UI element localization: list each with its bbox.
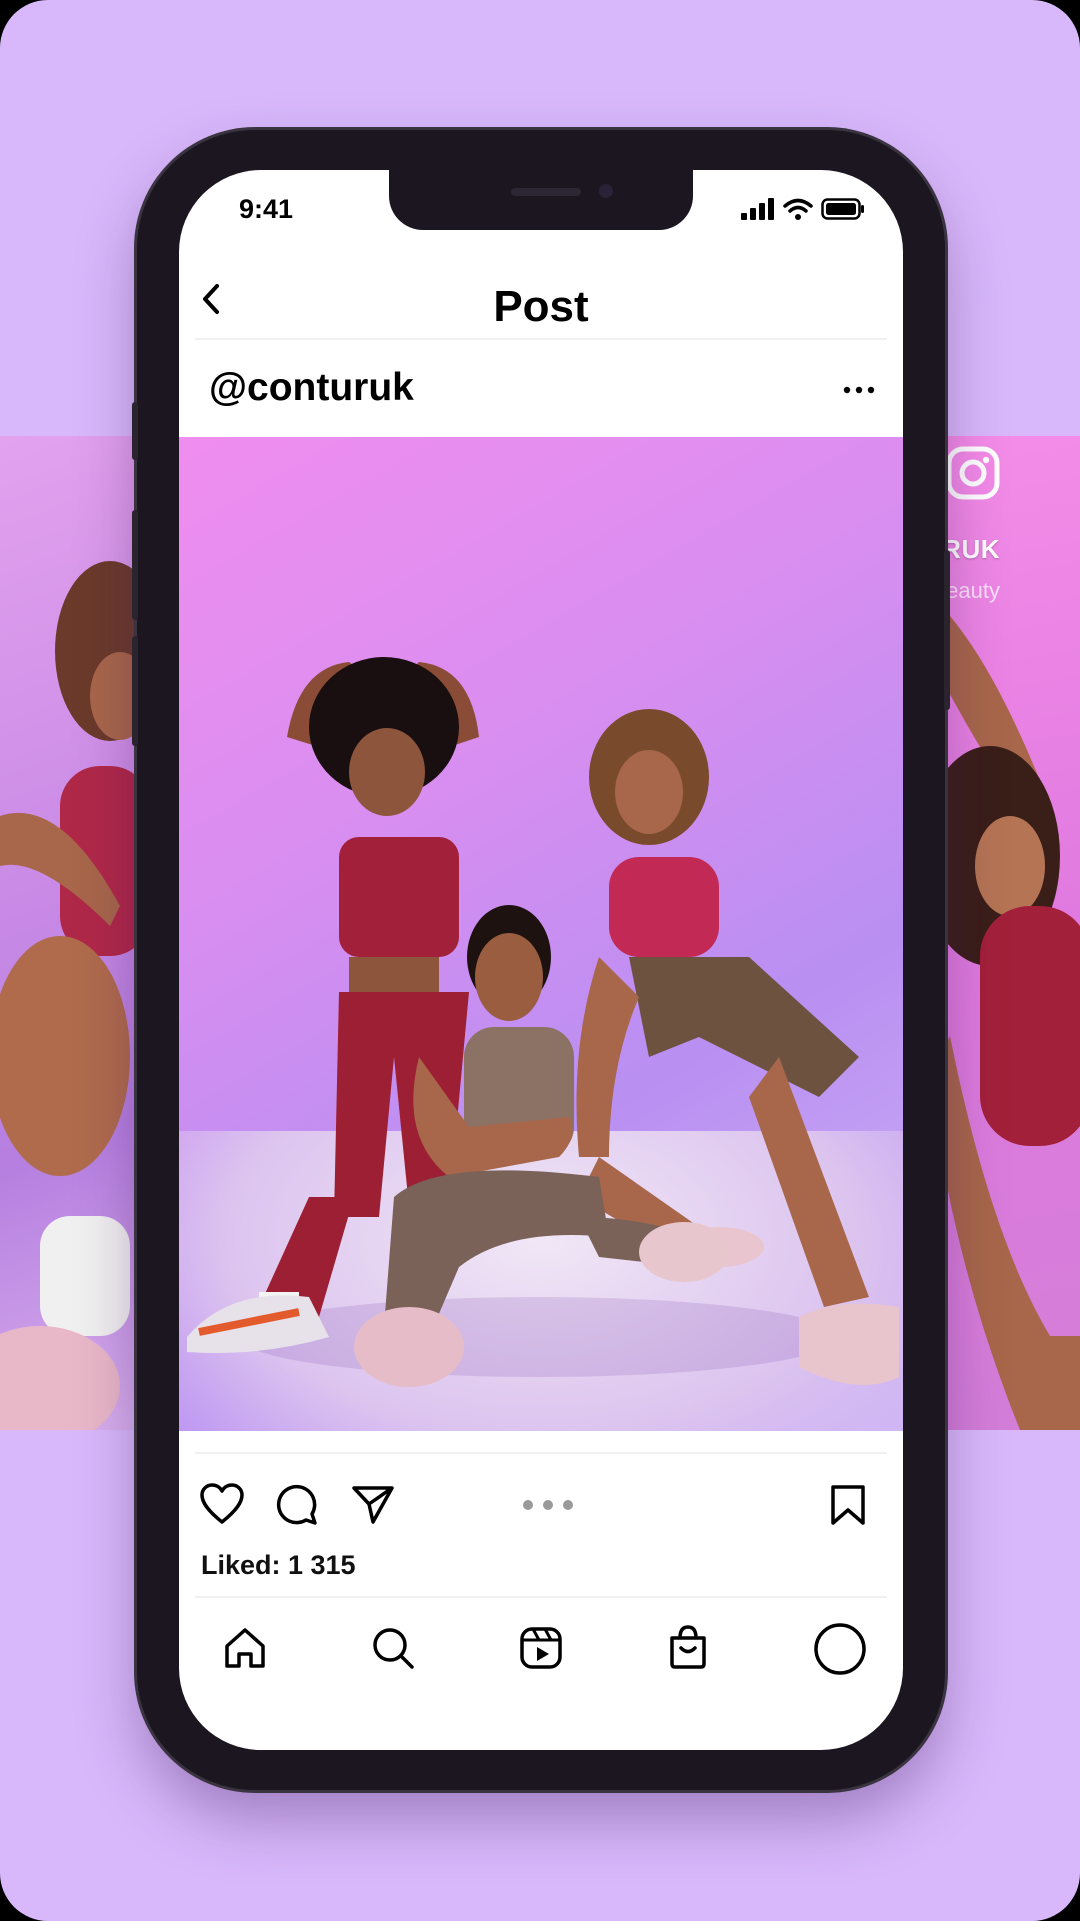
story-canvas: @CONTURUK ger Twins · Thing of Beauty 9:… bbox=[0, 0, 1080, 1921]
reels-icon[interactable] bbox=[519, 1626, 563, 1670]
post-image[interactable] bbox=[179, 437, 903, 1431]
send-icon[interactable] bbox=[351, 1482, 395, 1526]
photo-divider bbox=[195, 1452, 887, 1454]
status-time: 9:41 bbox=[239, 194, 294, 224]
carousel-dots bbox=[523, 1500, 573, 1510]
wifi-icon bbox=[783, 198, 813, 220]
search-icon[interactable] bbox=[371, 1626, 415, 1670]
volume-down-button bbox=[132, 636, 138, 746]
mute-switch bbox=[132, 402, 138, 460]
bookmark-icon[interactable] bbox=[830, 1484, 866, 1526]
phone-frame: 9:41 Post @conturuk Liked: 1 315 bbox=[132, 130, 950, 1790]
page-title: Post bbox=[493, 282, 589, 331]
profile-icon[interactable] bbox=[813, 1622, 867, 1676]
comment-icon[interactable] bbox=[274, 1482, 318, 1526]
speaker-grille bbox=[511, 188, 581, 196]
heart-icon[interactable] bbox=[199, 1482, 245, 1526]
phone-screen: 9:41 Post @conturuk Liked: 1 315 bbox=[179, 170, 903, 1750]
more-options-icon[interactable] bbox=[841, 382, 877, 398]
tabbar-divider bbox=[195, 1596, 887, 1598]
notch bbox=[389, 170, 693, 230]
bottom-tab-bar bbox=[179, 1610, 903, 1680]
carousel-prev-image[interactable] bbox=[0, 436, 150, 1430]
post-actions bbox=[179, 1480, 903, 1532]
power-button bbox=[944, 550, 950, 710]
battery-icon bbox=[821, 198, 864, 220]
shop-icon[interactable] bbox=[667, 1624, 709, 1670]
likes-count[interactable]: Liked: 1 315 bbox=[201, 1550, 356, 1581]
home-icon[interactable] bbox=[223, 1626, 267, 1670]
signal-icon bbox=[741, 198, 774, 220]
post-username[interactable]: @conturuk bbox=[209, 366, 414, 410]
volume-up-button bbox=[132, 510, 138, 620]
header-divider bbox=[195, 338, 887, 340]
instagram-icon bbox=[946, 446, 1000, 500]
status-icons bbox=[741, 198, 865, 220]
front-camera bbox=[599, 184, 613, 198]
